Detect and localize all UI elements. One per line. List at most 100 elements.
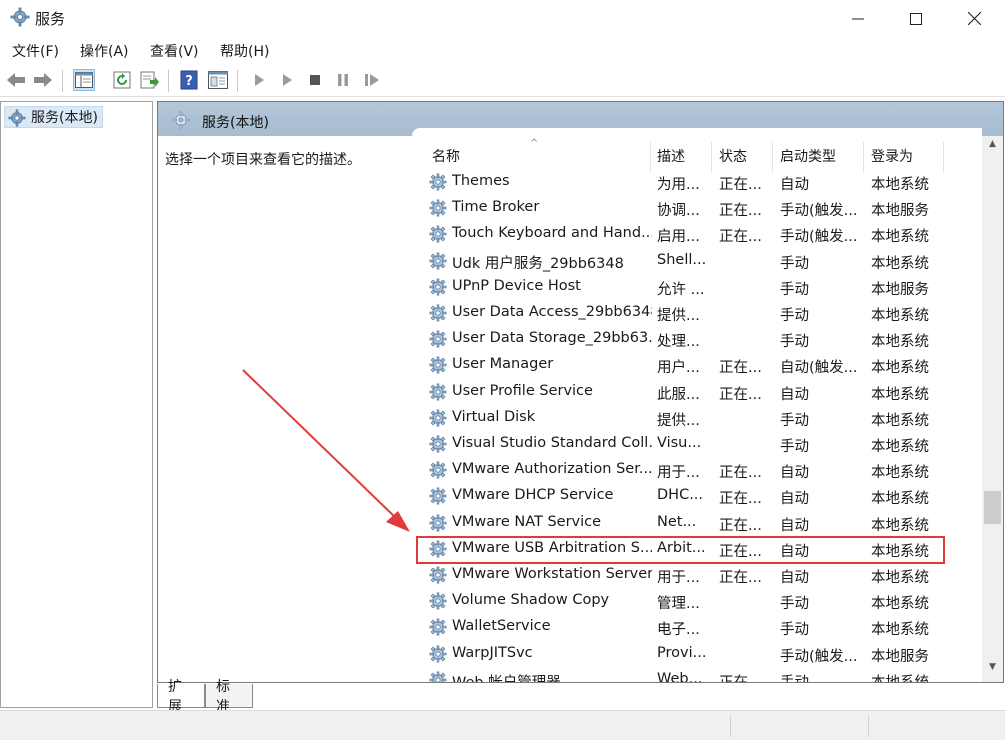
pane-title: 服务(本地): [202, 115, 269, 131]
table-row[interactable]: VMware Workstation Server 用于... 正在... 自动 本地系…: [412, 562, 982, 588]
table-row[interactable]: User Profile Service 此服... 正在... 自动 本地系统: [412, 379, 982, 405]
column-divider[interactable]: [711, 142, 712, 172]
back-button[interactable]: [5, 69, 27, 91]
menu-action[interactable]: 操作(A): [80, 41, 129, 61]
service-status: 正在...: [719, 570, 762, 586]
column-divider[interactable]: [772, 142, 773, 172]
service-status: 正在...: [719, 177, 762, 193]
start-service-alt-button[interactable]: [276, 69, 298, 91]
tree-node-services-local[interactable]: 服务(本地): [4, 106, 103, 128]
scrollbar-thumb[interactable]: [984, 491, 1001, 524]
toolbar-separator: [168, 70, 169, 92]
start-service-button[interactable]: [248, 69, 270, 91]
service-status: 正在...: [719, 517, 762, 534]
service-description: Net...: [657, 513, 697, 530]
gear-icon: [429, 566, 447, 588]
description-text: 选择一个项目来查看它的描述。: [165, 152, 361, 168]
service-description: 提供...: [657, 308, 700, 324]
column-header-logon-as[interactable]: 登录为: [871, 146, 913, 170]
service-logon-as: 本地服务: [871, 203, 929, 220]
column-header-description[interactable]: 描述: [657, 146, 685, 170]
service-name: Visual Studio Standard Coll...: [452, 435, 652, 451]
scroll-down-icon[interactable]: ▼: [982, 662, 1003, 679]
maximize-button[interactable]: [887, 0, 945, 37]
help-button[interactable]: ?: [178, 69, 200, 91]
table-row[interactable]: Themes 为用... 正在... 自动 本地系统: [412, 169, 982, 195]
service-description: 用于...: [657, 570, 700, 586]
export-list-button[interactable]: [139, 69, 161, 91]
stop-service-button[interactable]: [304, 69, 326, 91]
refresh-button[interactable]: [111, 69, 133, 91]
close-button[interactable]: [945, 0, 1003, 37]
service-status: 正在...: [719, 386, 762, 403]
table-row[interactable]: Visual Studio Standard Coll... Visu... 手动 本…: [412, 431, 982, 457]
table-row[interactable]: Touch Keyboard and Hand... 启用... 正在... 手动(触…: [412, 221, 982, 247]
tab-standard[interactable]: 标准: [205, 679, 253, 715]
gear-icon: [429, 199, 447, 221]
table-row[interactable]: VMware NAT Service Net... 正在... 自动 本地系统: [412, 510, 982, 536]
toolbar-separator: [62, 70, 63, 92]
column-divider[interactable]: [650, 142, 651, 172]
menu-bar: 文件(F) 操作(A) 查看(V) 帮助(H): [0, 37, 1005, 64]
start-icon: [255, 74, 264, 86]
service-name: Udk 用户服务_29bb6348: [452, 255, 624, 272]
service-logon-as: 本地系统: [871, 622, 929, 639]
gear-icon: [429, 356, 447, 378]
table-row[interactable]: User Manager 用户... 正在... 自动(触发... 本地系统: [412, 352, 982, 378]
title-bar: 服务: [0, 0, 1005, 37]
tree-node-label: 服务(本地): [31, 110, 98, 126]
service-status: 正在...: [719, 360, 762, 377]
column-header-status[interactable]: 状态: [719, 146, 747, 170]
pause-service-button[interactable]: [332, 69, 354, 91]
table-row[interactable]: User Data Access_29bb6348 提供... 手动 本地系统: [412, 300, 982, 326]
menu-help[interactable]: 帮助(H): [220, 41, 269, 61]
show-hide-tree-button[interactable]: [73, 69, 95, 91]
column-header-name[interactable]: 名称: [432, 146, 460, 170]
service-name: UPnP Device Host: [452, 277, 581, 294]
status-bar: [0, 710, 1005, 740]
column-divider[interactable]: [943, 142, 944, 172]
service-name: User Manager: [452, 356, 554, 373]
maximize-icon: [910, 12, 922, 25]
gear-icon: [429, 461, 447, 483]
service-startup-type: 自动: [780, 386, 809, 403]
table-row[interactable]: VMware Authorization Ser... 用于... 正在... 自动 本…: [412, 457, 982, 483]
service-status: 正在...: [719, 491, 762, 508]
properties-icon: [208, 71, 228, 89]
table-row[interactable]: WalletService 电子... 手动 本地系统: [412, 614, 982, 640]
service-description: 此服...: [657, 386, 700, 403]
table-row[interactable]: VMware DHCP Service DHC... 正在... 自动 本地系统: [412, 483, 982, 509]
toolbar: ?: [0, 64, 1005, 97]
service-startup-type: 手动: [780, 412, 809, 429]
service-description: 协调...: [657, 203, 700, 220]
table-row[interactable]: Volume Shadow Copy 管理... 手动 本地系统: [412, 588, 982, 614]
table-row[interactable]: Virtual Disk 提供... 手动 本地系统: [412, 405, 982, 431]
table-row[interactable]: Web 帐户管理器 Web... 正在... 手动本地系统: [412, 667, 982, 682]
service-description: 管理...: [657, 596, 700, 613]
menu-view[interactable]: 查看(V): [150, 41, 199, 61]
menu-file[interactable]: 文件(F): [12, 41, 59, 61]
tab-extended[interactable]: 扩展: [157, 679, 205, 715]
highlight-box: [416, 536, 945, 564]
table-row[interactable]: User Data Storage_29bb63... 处理... 手动 本地系统: [412, 326, 982, 352]
service-description: 提供...: [657, 412, 700, 429]
table-row[interactable]: Time Broker 协调... 正在... 手动(触发... 本地服务: [412, 195, 982, 221]
refresh-icon: [113, 71, 131, 89]
properties-button[interactable]: [207, 69, 229, 91]
service-status: 正在...: [719, 203, 762, 220]
table-row[interactable]: Udk 用户服务_29bb6348 Shell... 手动 本地系统: [412, 248, 982, 274]
column-header-startup-type[interactable]: 启动类型: [780, 146, 836, 170]
restart-service-button[interactable]: [361, 69, 383, 91]
scroll-up-icon[interactable]: ▲: [982, 139, 1003, 156]
service-startup-type: 手动(触发...: [780, 648, 858, 665]
table-row[interactable]: WarpJITSvc Provi... 手动(触发... 本地服务: [412, 641, 982, 667]
gear-icon: [429, 487, 447, 509]
forward-button[interactable]: [32, 69, 54, 91]
table-row[interactable]: UPnP Device Host 允许 ... 手动 本地服务: [412, 274, 982, 300]
service-startup-type: 手动: [780, 334, 809, 351]
column-divider[interactable]: [863, 142, 864, 172]
view-tabs: 扩展 标准: [157, 679, 1004, 715]
minimize-button[interactable]: [829, 0, 887, 37]
service-logon-as: 本地系统: [871, 255, 929, 272]
vertical-scrollbar[interactable]: ▲ ▼: [982, 136, 1003, 682]
